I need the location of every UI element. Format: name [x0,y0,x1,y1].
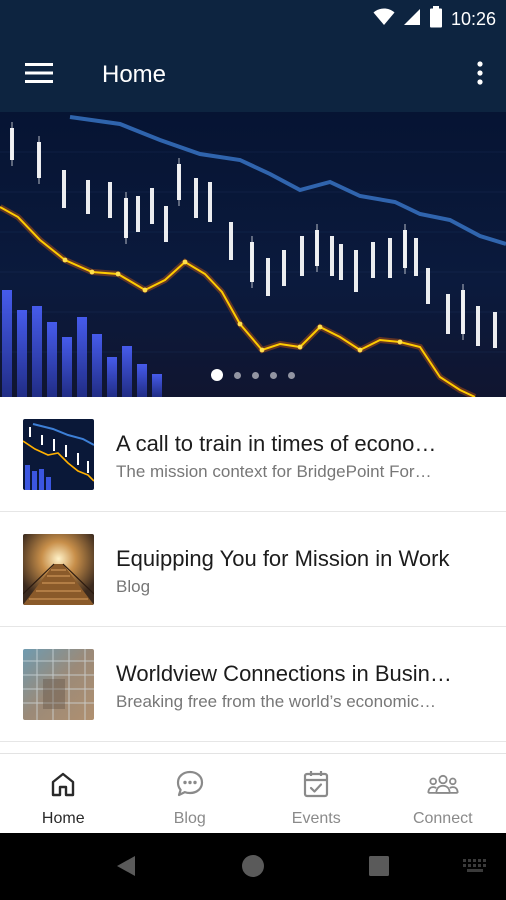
menu-button[interactable] [14,53,64,97]
hamburger-menu-icon [25,62,53,88]
list-item-title: Equipping You for Mission in Work [116,546,450,571]
keyboard-icon [461,858,489,879]
list-item-thumbnail [23,534,94,605]
list-item[interactable]: Equipping You for Mission in Work Blog [0,512,506,627]
system-recents-button[interactable] [364,853,394,883]
content-list: A call to train in times of econo… The m… [0,397,506,742]
system-navigation-bar [0,833,506,900]
wifi-icon [373,8,395,31]
back-triangle-icon [115,854,137,883]
nav-item-connect[interactable]: Connect [380,754,506,833]
status-time: 10:26 [450,8,496,29]
carousel-dot[interactable] [252,371,259,379]
carousel-dot[interactable] [288,371,295,379]
calendar-check-icon [300,768,332,800]
list-item-title: A call to train in times of econo… [116,431,437,456]
list-item-subtitle: Blog [116,577,151,596]
recents-square-icon [368,855,390,882]
system-back-button[interactable] [111,853,141,883]
list-item-subtitle: Breaking free from the world’s economic… [116,692,436,711]
bottom-navigation: Home Blog Events Connect [0,753,506,833]
carousel-dot[interactable] [211,369,223,381]
list-item-title: Worldview Connections in Busin… [116,661,452,686]
hero-carousel[interactable] [0,112,506,397]
list-item[interactable]: A call to train in times of econo… The m… [0,397,506,512]
more-vertical-icon [477,60,483,90]
list-item-thumbnail [23,419,94,490]
list-item-subtitle: The mission context for BridgePoint For… [116,462,432,481]
overflow-menu-button[interactable] [468,53,492,97]
status-bar: 10:26 [0,0,506,38]
status-icons: 10:26 [373,5,496,33]
nav-item-home[interactable]: Home [0,754,127,833]
carousel-dot[interactable] [234,371,241,379]
battery-icon [429,5,443,33]
nav-item-blog[interactable]: Blog [127,754,254,833]
system-home-button[interactable] [238,853,268,883]
list-item-thumbnail [23,649,94,720]
nav-item-events[interactable]: Events [253,754,380,833]
carousel-dot[interactable] [270,371,277,379]
keyboard-switcher-button[interactable] [460,853,490,883]
people-group-icon [427,768,459,800]
nav-label: Blog [173,810,206,827]
page-title: Home [102,61,167,88]
chat-bubble-icon [174,768,206,800]
hero-image [0,112,506,397]
nav-label: Connect [412,810,473,827]
home-circle-icon [241,854,265,883]
nav-label: Events [291,810,341,827]
home-icon [47,768,79,800]
carousel-indicator [0,369,506,381]
app-bar: Home [0,38,506,112]
cell-signal-icon [403,8,421,31]
list-item[interactable]: Worldview Connections in Busin… Breaking… [0,627,506,742]
nav-label: Home [41,810,85,827]
